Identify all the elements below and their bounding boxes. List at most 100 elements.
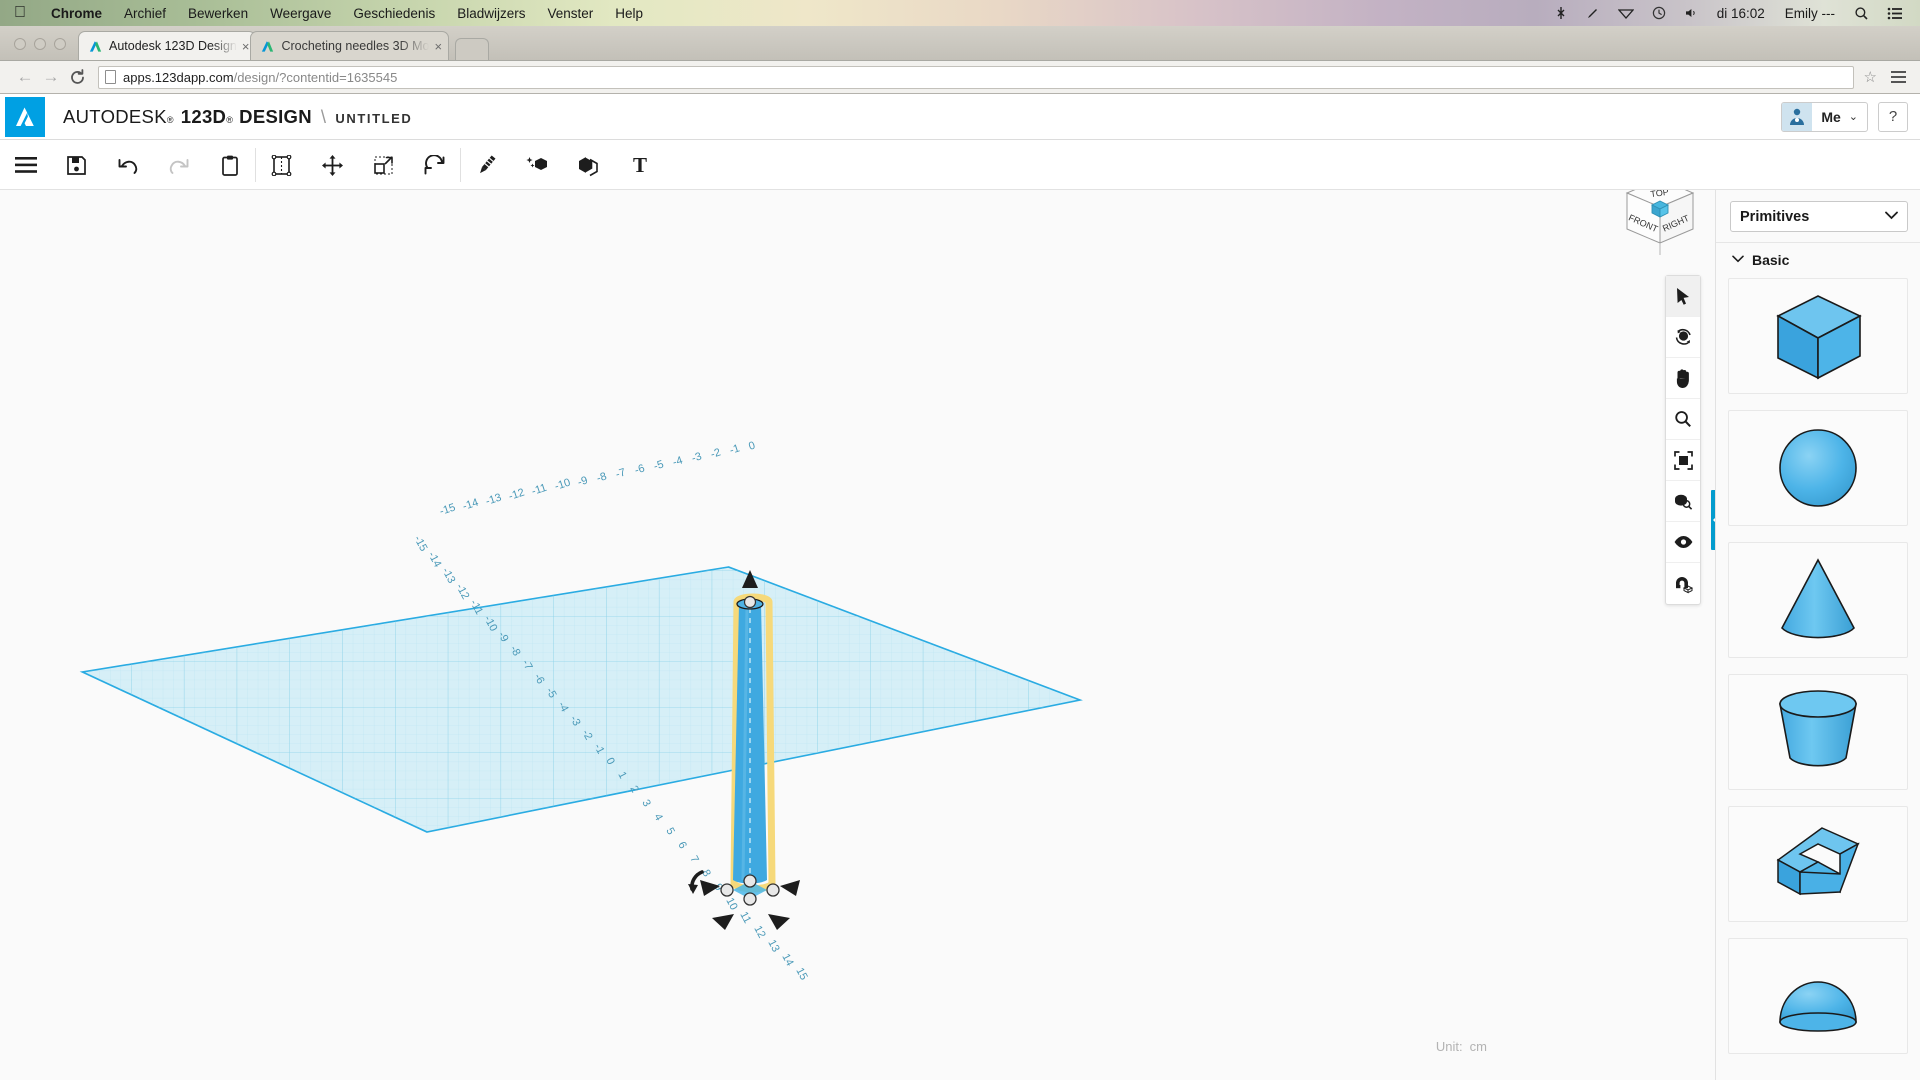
- svg-text:-10: -10: [553, 477, 572, 493]
- box-shape-icon: [1776, 295, 1862, 380]
- svg-text:-15: -15: [438, 502, 457, 518]
- shape-item-dome[interactable]: [1728, 938, 1908, 1054]
- bluetooth-icon[interactable]: [1545, 6, 1577, 20]
- close-tab-icon[interactable]: ×: [237, 39, 250, 54]
- construct-primitive-icon[interactable]: [512, 140, 563, 190]
- shape-item-cone[interactable]: [1728, 542, 1908, 658]
- cone-shape-icon: [1781, 558, 1855, 639]
- new-tab-button[interactable]: [455, 38, 490, 60]
- shape-item-box[interactable]: [1728, 278, 1908, 394]
- bounding-box-icon[interactable]: [256, 140, 307, 190]
- top-extrude-handle: [743, 595, 757, 609]
- workplane-grid[interactable]: -15 -14 -13 -12 -11 -10 -9 -8 -7 -6 -5 -…: [0, 190, 1715, 1080]
- orbit-icon[interactable]: [1666, 317, 1700, 358]
- notification-center-icon[interactable]: [1878, 7, 1912, 20]
- shape-group-label: Basic: [1752, 252, 1790, 268]
- shape-item-sphere[interactable]: [1728, 410, 1908, 526]
- sphere-shape-icon: [1779, 429, 1857, 507]
- time-machine-icon[interactable]: [1643, 6, 1675, 20]
- svg-text:-2: -2: [709, 446, 722, 460]
- menu-item-archief[interactable]: Archief: [113, 6, 177, 21]
- product-suffix: DESIGN: [239, 105, 312, 127]
- menu-item-geschiedenis[interactable]: Geschiedenis: [342, 6, 446, 21]
- shape-group-header[interactable]: Basic: [1716, 242, 1920, 278]
- chrome-menu-icon[interactable]: [1891, 71, 1906, 83]
- document-name[interactable]: UNTITLED: [335, 111, 412, 126]
- main-toolbar: T: [0, 140, 1920, 190]
- toolbar-group-file: [0, 140, 255, 190]
- cursor-arrow-icon[interactable]: [1666, 276, 1700, 317]
- menu-item-help[interactable]: Help: [604, 6, 654, 21]
- browser-tab-active[interactable]: Autodesk 123D Design ×: [78, 31, 257, 60]
- menu-item-venster[interactable]: Venster: [536, 6, 604, 21]
- menu-bar-status-area: di 16:02 Emily ---: [1545, 0, 1920, 26]
- snap-magnet-icon[interactable]: [1666, 563, 1700, 604]
- svg-text:-9: -9: [576, 474, 589, 488]
- close-tab-icon[interactable]: ×: [429, 39, 442, 54]
- magnifier-icon[interactable]: [1666, 399, 1700, 440]
- menu-item-bladwijzers[interactable]: Bladwijzers: [446, 6, 536, 21]
- rotate-icon[interactable]: [409, 140, 460, 190]
- back-arrow-icon[interactable]: ←: [12, 64, 38, 90]
- home-cube-icon[interactable]: [1650, 200, 1670, 218]
- svg-text:-13: -13: [439, 566, 457, 586]
- close-window-button[interactable]: [14, 38, 26, 50]
- primitives-panel: Primitives Basic: [1715, 190, 1920, 1080]
- undo-icon[interactable]: [102, 140, 153, 190]
- design-canvas[interactable]: -15 -14 -13 -12 -11 -10 -9 -8 -7 -6 -5 -…: [0, 190, 1715, 1080]
- wifi-icon[interactable]: [1609, 6, 1643, 20]
- svg-text:7: 7: [687, 854, 700, 865]
- svg-text:-4: -4: [671, 454, 684, 468]
- svg-text:-14: -14: [425, 550, 443, 570]
- menu-item-bewerken[interactable]: Bewerken: [177, 6, 259, 21]
- autodesk-logo-icon[interactable]: [5, 96, 45, 137]
- maximize-window-button[interactable]: [54, 38, 66, 50]
- svg-text:-15: -15: [411, 534, 429, 554]
- volume-icon[interactable]: [1675, 6, 1707, 20]
- autodesk-favicon-icon: [262, 40, 274, 52]
- clipboard-icon[interactable]: [204, 140, 255, 190]
- scale-icon[interactable]: [358, 140, 409, 190]
- svg-text:-14: -14: [461, 497, 480, 513]
- pen-input-icon[interactable]: [1577, 6, 1609, 20]
- account-menu-button[interactable]: Me ⌄: [1781, 101, 1868, 132]
- hamburger-menu-icon[interactable]: [0, 140, 51, 190]
- save-icon[interactable]: [51, 140, 102, 190]
- page-info-icon[interactable]: [105, 70, 116, 84]
- svg-text:10: 10: [723, 896, 739, 912]
- shape-item-wedge[interactable]: [1728, 806, 1908, 922]
- svg-text:14: 14: [779, 952, 795, 968]
- view-cube[interactable]: TOP FRONT RIGHT: [1605, 190, 1715, 260]
- page-title: AUTODESK ® 123D ® DESIGN \ UNTITLED: [63, 106, 412, 128]
- address-bar[interactable]: apps.123dapp.com/design/?contentid=16355…: [98, 65, 1854, 89]
- category-selected-label: Primitives: [1740, 208, 1810, 225]
- sketch-pencil-ruler-icon[interactable]: [461, 140, 512, 190]
- svg-text:-11: -11: [530, 482, 548, 498]
- browser-tab-inactive[interactable]: Crocheting needles 3D Mo ×: [250, 31, 450, 60]
- shape-item-cylinder[interactable]: [1728, 674, 1908, 790]
- zoom-object-icon[interactable]: [1666, 481, 1700, 522]
- combine-solids-icon[interactable]: [563, 140, 614, 190]
- help-button[interactable]: ?: [1878, 101, 1908, 132]
- apple-logo-icon[interactable]: : [14, 5, 26, 21]
- brand-name: AUTODESK: [63, 105, 167, 127]
- category-dropdown[interactable]: Primitives: [1730, 201, 1908, 232]
- eye-icon[interactable]: [1666, 522, 1700, 563]
- reload-icon[interactable]: [64, 64, 90, 90]
- menu-bar-user[interactable]: Emily ---: [1775, 6, 1845, 21]
- search-icon[interactable]: [1845, 6, 1878, 21]
- svg-text:-1: -1: [728, 442, 741, 456]
- menu-item-chrome[interactable]: Chrome: [40, 6, 113, 21]
- fit-to-screen-icon[interactable]: [1666, 440, 1700, 481]
- move-arrows-icon[interactable]: [307, 140, 358, 190]
- product-reg-mark: ®: [226, 114, 234, 125]
- minimize-window-button[interactable]: [34, 38, 46, 50]
- forward-arrow-icon[interactable]: →: [38, 64, 64, 90]
- hand-pan-icon[interactable]: [1666, 358, 1700, 399]
- star-icon[interactable]: ☆: [1864, 68, 1877, 86]
- menu-item-weergave[interactable]: Weergave: [259, 6, 342, 21]
- text-tool-icon[interactable]: T: [614, 140, 665, 190]
- menu-bar-clock[interactable]: di 16:02: [1707, 6, 1775, 21]
- window-controls[interactable]: [0, 38, 78, 60]
- unit-value: cm: [1469, 1039, 1487, 1054]
